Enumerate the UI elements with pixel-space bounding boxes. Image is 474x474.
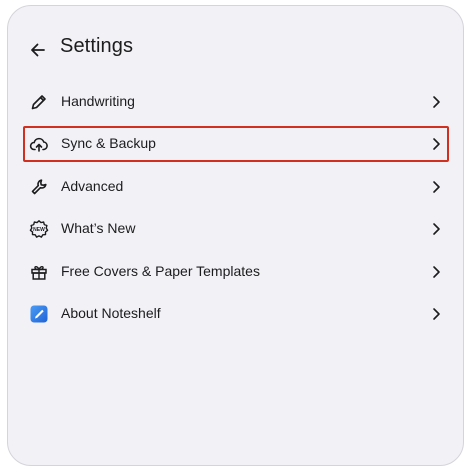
menu-item-sync-backup[interactable]: Sync & Backup bbox=[23, 126, 449, 162]
settings-panel: Settings Handwriting Sync & Backup Advan… bbox=[7, 5, 464, 466]
chevron-right-icon bbox=[431, 180, 441, 194]
chevron-right-icon bbox=[431, 137, 441, 151]
back-arrow-icon bbox=[28, 40, 48, 60]
menu-item-label: Handwriting bbox=[61, 93, 135, 109]
page-title: Settings bbox=[60, 35, 134, 57]
chevron-right-icon bbox=[431, 95, 441, 109]
back-button[interactable] bbox=[28, 40, 48, 60]
pencil-icon bbox=[29, 92, 49, 112]
settings-header: Settings bbox=[8, 33, 463, 67]
menu-item-label: Sync & Backup bbox=[61, 135, 156, 151]
menu-item-whats-new[interactable]: NEW What’s New bbox=[23, 211, 449, 247]
cloud-upload-icon bbox=[29, 134, 49, 154]
chevron-right-icon bbox=[431, 265, 441, 279]
menu-item-about-noteshelf[interactable]: About Noteshelf bbox=[23, 296, 449, 332]
menu-item-label: What’s New bbox=[61, 220, 136, 236]
menu-item-free-covers[interactable]: Free Covers & Paper Templates bbox=[23, 254, 449, 290]
chevron-right-icon bbox=[431, 307, 441, 321]
menu-item-label: Free Covers & Paper Templates bbox=[61, 263, 260, 279]
svg-text:NEW: NEW bbox=[33, 227, 45, 233]
wrench-icon bbox=[29, 177, 49, 197]
menu-item-advanced[interactable]: Advanced bbox=[23, 169, 449, 205]
chevron-right-icon bbox=[431, 222, 441, 236]
new-badge-icon: NEW bbox=[29, 219, 49, 239]
menu-item-label: About Noteshelf bbox=[61, 305, 161, 321]
menu-item-handwriting[interactable]: Handwriting bbox=[23, 84, 449, 120]
noteshelf-app-icon bbox=[29, 304, 49, 324]
menu-item-label: Advanced bbox=[61, 178, 124, 194]
gift-icon bbox=[29, 262, 49, 282]
